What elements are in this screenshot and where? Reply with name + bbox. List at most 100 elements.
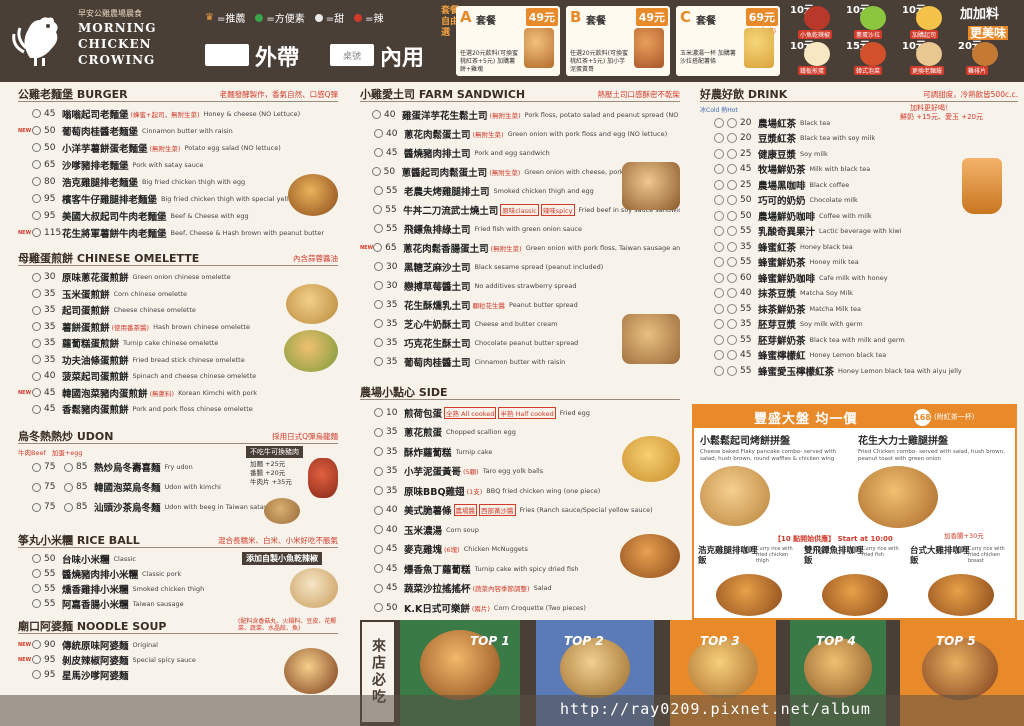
menu-item[interactable]: 20 豆漿紅茶 Black tea with soy milk: [700, 131, 1018, 147]
order-checkbox-hot[interactable]: [727, 179, 737, 190]
menu-item[interactable]: 95 美國大叔起司牛肉老麵堡 Beef & Cheese with egg: [18, 207, 338, 224]
order-checkbox[interactable]: [374, 408, 383, 418]
order-checkbox[interactable]: [32, 160, 41, 169]
order-checkbox[interactable]: [714, 365, 724, 376]
order-checkbox[interactable]: [374, 603, 383, 613]
addon-dried-fish-chili[interactable]: 10元 小魚乾辣椒: [790, 6, 846, 40]
order-checkbox[interactable]: [32, 143, 41, 152]
order-checkbox[interactable]: [374, 564, 383, 574]
order-checkbox-hot[interactable]: [727, 334, 737, 345]
order-checkbox-hot[interactable]: [727, 319, 737, 330]
order-checkbox-hot[interactable]: [727, 288, 737, 299]
menu-item[interactable]: 30 戀搏草莓醬土司 No additives strawberry spread: [360, 276, 680, 295]
platter-item-1[interactable]: 小鬆鬆起司烤餅拼盤 Cheese baked Flaky pancake com…: [700, 432, 850, 526]
order-checkbox[interactable]: [373, 243, 383, 252]
order-checkbox[interactable]: [32, 371, 41, 381]
addon-cheese[interactable]: 10元 加購起司: [902, 6, 958, 40]
order-checkbox[interactable]: [714, 133, 724, 144]
menu-item[interactable]: NEW 65 蔥花肉鬆香腸蛋土司 (無附生菜) Green onion with por…: [360, 238, 680, 257]
order-checkbox[interactable]: [714, 288, 724, 299]
order-checkbox[interactable]: [372, 110, 382, 119]
order-checkbox-hot[interactable]: [727, 350, 737, 361]
order-checkbox[interactable]: [374, 129, 383, 138]
order-checkbox[interactable]: [714, 319, 724, 330]
order-checkbox[interactable]: [374, 338, 383, 347]
order-checkbox[interactable]: [714, 164, 724, 175]
set-meal-b[interactable]: B 套餐 49元 任選20元飲料(可換蜜桃紅茶+5元) 加小芋泥蛋黃哥: [566, 6, 670, 76]
order-checkbox-hot[interactable]: [727, 257, 737, 268]
item-option[interactable]: 原味classic: [500, 203, 539, 216]
order-checkbox-hot[interactable]: [727, 164, 737, 175]
menu-item[interactable]: 35 原味BBQ雞翅 (1支) BBQ fried chicken wing (one…: [360, 481, 680, 501]
menu-item[interactable]: 55 胚芽鮮奶茶 Black tea with milk and germ: [700, 332, 1018, 348]
order-checkbox[interactable]: [374, 224, 383, 233]
order-checkbox[interactable]: [32, 126, 41, 135]
order-checkbox-hot[interactable]: [727, 148, 737, 159]
curry-rice-item[interactable]: 台式大雞排咖哩飯 Curry rice with fried chicken br…: [910, 546, 1010, 618]
order-checkbox[interactable]: [714, 350, 724, 361]
menu-item[interactable]: 65 沙嗲豬排老麵堡 Pork with satay sauce: [18, 156, 338, 173]
order-checkbox[interactable]: [374, 427, 383, 437]
menu-item[interactable]: 40 蔥花肉鬆蛋土司 (無附生菜) Green onion with pork flo…: [360, 124, 680, 143]
menu-item[interactable]: 40 玉米濃湯 Corn soup: [360, 520, 680, 540]
menu-item[interactable]: 55 蜂蜜鮮奶茶 Honey milk tea: [700, 255, 1018, 271]
item-option[interactable]: 農場醬: [453, 504, 478, 517]
addon-kimchi[interactable]: 15元 韓式泡菜: [846, 42, 902, 76]
order-checkbox[interactable]: [714, 334, 724, 345]
order-checkbox[interactable]: [714, 195, 724, 206]
order-checkbox[interactable]: [32, 569, 41, 578]
order-checkbox[interactable]: [32, 177, 41, 186]
order-checkbox[interactable]: [714, 148, 724, 159]
menu-item[interactable]: NEW 90 傳統原味阿婆麵 Original: [18, 637, 338, 652]
order-checkbox[interactable]: [32, 388, 41, 398]
order-checkbox[interactable]: [32, 109, 41, 118]
order-checkbox[interactable]: [714, 303, 724, 314]
order-checkbox-egg[interactable]: [64, 462, 73, 472]
order-checkbox[interactable]: [714, 210, 724, 221]
order-checkbox[interactable]: [32, 322, 41, 332]
order-checkbox-hot[interactable]: [727, 117, 737, 128]
menu-item[interactable]: 55 乳酸奇異果汁 Lactic beverage with kiwi: [700, 224, 1018, 240]
menu-item[interactable]: 10 煎荷包蛋 全熟 All cooked 半熟 Half cooked Fried e…: [360, 403, 680, 423]
order-checkbox-egg[interactable]: [64, 482, 73, 492]
order-checkbox[interactable]: [374, 505, 383, 515]
order-checkbox[interactable]: [374, 447, 383, 457]
order-checkbox[interactable]: [32, 584, 41, 593]
order-checkbox[interactable]: [32, 228, 41, 237]
menu-item[interactable]: 40 菠菜起司蛋煎餅 Spinach and cheese chinese omel…: [18, 368, 338, 385]
order-checkbox[interactable]: [32, 670, 41, 679]
order-checkbox[interactable]: [32, 554, 41, 563]
item-option[interactable]: 辣味spicy: [540, 203, 575, 216]
order-checkbox-hot[interactable]: [727, 195, 737, 206]
menu-item[interactable]: 55 醬燒豬肉排小米糰 Classic pork: [18, 566, 338, 581]
menu-item[interactable]: 45 香鬆豬肉蛋煎餅 Pork and pork floss chinese ome…: [18, 401, 338, 418]
menu-item[interactable]: 45 蜂蜜檸檬紅 Honey Lemon black tea: [700, 348, 1018, 364]
menu-item[interactable]: 55 抹茶鮮奶茶 Matcha Milk tea: [700, 301, 1018, 317]
menu-item[interactable]: NEW 50 葡萄肉桂醬老麵堡 Cinnamon butter with raisin: [18, 122, 338, 139]
order-checkbox[interactable]: [32, 404, 41, 414]
order-checkbox[interactable]: [32, 211, 41, 220]
menu-item[interactable]: 30 黑糖芝麻沙土司 Black sesame spread (peanut inc…: [360, 257, 680, 276]
order-checkbox[interactable]: [374, 583, 383, 593]
menu-item[interactable]: 55 阿嘉香腸小米糰 Taiwan sausage: [18, 596, 338, 611]
addon-chicken-slice[interactable]: 20元 雞排片: [958, 42, 1014, 76]
menu-item[interactable]: 35 蔥花煎蛋 Chopped scallion egg: [360, 423, 680, 443]
addon-scallion-egg-salad[interactable]: 10元 蔥蛋沙拉: [846, 6, 902, 40]
menu-item[interactable]: 60 蜂蜜鮮奶咖啡 Cafe milk with honey: [700, 270, 1018, 286]
set-meal-c[interactable]: C 套餐 69元 (秋冬限定) 玉米濃湯一杯 加購薯沙拉搭配薯條: [676, 6, 780, 76]
menu-item[interactable]: 35 薯餅蛋煎餅 (使用番茶醬) Hash brown chinese omelett…: [18, 319, 338, 336]
order-checkbox[interactable]: [32, 462, 41, 472]
platter-item-2[interactable]: 花生大力士雞腿拼盤 Fried Chicken combo- served wi…: [858, 432, 1013, 528]
order-checkbox[interactable]: [714, 241, 724, 252]
item-option[interactable]: 半熟 Half cooked: [498, 406, 556, 419]
order-checkbox[interactable]: [32, 655, 41, 664]
order-checkbox[interactable]: [374, 357, 383, 366]
curry-rice-item[interactable]: 雙飛鐔魚排咖哩飯 Curry rice with fried fish: [804, 546, 904, 618]
order-checkbox[interactable]: [374, 186, 383, 195]
order-checkbox[interactable]: [371, 167, 381, 176]
order-checkbox-hot[interactable]: [727, 365, 737, 376]
menu-item[interactable]: 45 醬燒豬肉排土司 Pork and egg sandwich: [360, 143, 680, 162]
order-checkbox[interactable]: [32, 502, 41, 512]
order-checkbox[interactable]: [374, 300, 383, 309]
menu-item[interactable]: 35 花生酥燻乳土司 顆粒花生醬 Peanut butter spread: [360, 295, 680, 314]
